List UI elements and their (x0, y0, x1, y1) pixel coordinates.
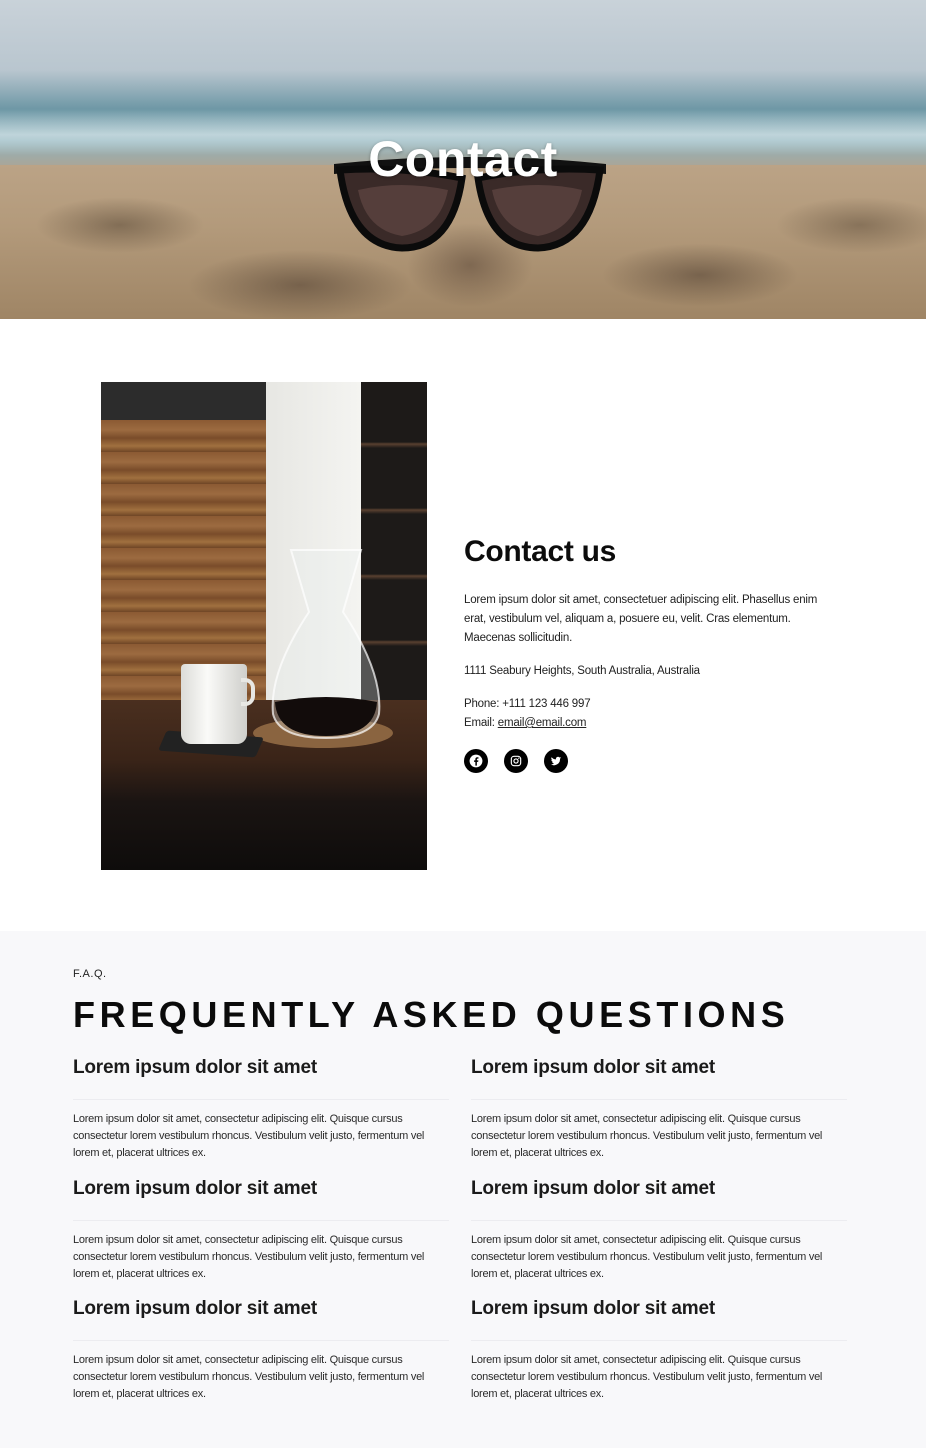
twitter-link[interactable] (544, 749, 568, 773)
faq-answer: Lorem ipsum dolor sit amet, consectetur … (471, 1113, 823, 1159)
faq-question: Lorem ipsum dolor sit amet (471, 1178, 847, 1221)
faq-item: Lorem ipsum dolor sit amet Lorem ipsum d… (471, 1298, 847, 1414)
instagram-icon (510, 755, 522, 767)
faq-answer: Lorem ipsum dolor sit amet, consectetur … (471, 1354, 823, 1400)
page-title: Contact (368, 131, 558, 187)
carafe-image (271, 549, 381, 740)
faq-question: Lorem ipsum dolor sit amet (73, 1298, 449, 1341)
contact-section: Contact us Lorem ipsum dolor sit amet, c… (0, 319, 926, 931)
twitter-icon (550, 756, 562, 766)
faq-item: Lorem ipsum dolor sit amet Lorem ipsum d… (471, 1178, 847, 1294)
social-links (464, 749, 824, 773)
cup-image (181, 664, 247, 744)
faq-question: Lorem ipsum dolor sit amet (471, 1298, 847, 1341)
faq-section: F.A.Q. FREQUENTLY ASKED QUESTIONS Lorem … (0, 931, 926, 1448)
faq-title: FREQUENTLY ASKED QUESTIONS (73, 994, 790, 1035)
faq-eyebrow: F.A.Q. (73, 968, 107, 980)
contact-email: Email: email@email.com (464, 717, 587, 729)
faq-answer: Lorem ipsum dolor sit amet, consectetur … (73, 1354, 425, 1400)
phone-number: +111 123 446 997 (502, 698, 591, 710)
contact-title: Contact us (464, 535, 617, 568)
contact-details: Contact us Lorem ipsum dolor sit amet, c… (464, 535, 824, 773)
instagram-link[interactable] (504, 749, 528, 773)
faq-item: Lorem ipsum dolor sit amet Lorem ipsum d… (471, 1057, 847, 1173)
cafe-photo (101, 382, 427, 870)
faq-question: Lorem ipsum dolor sit amet (73, 1178, 449, 1221)
facebook-icon (469, 754, 483, 768)
faq-question: Lorem ipsum dolor sit amet (73, 1057, 449, 1100)
faq-item: Lorem ipsum dolor sit amet Lorem ipsum d… (73, 1298, 449, 1414)
contact-description: Lorem ipsum dolor sit amet, consectetuer… (464, 594, 818, 644)
faq-question: Lorem ipsum dolor sit amet (471, 1057, 847, 1100)
faq-answer: Lorem ipsum dolor sit amet, consectetur … (471, 1234, 823, 1280)
faq-item: Lorem ipsum dolor sit amet Lorem ipsum d… (73, 1178, 449, 1294)
contact-address: 1111 Seabury Heights, South Australia, A… (464, 665, 700, 677)
contact-phone: Phone: +111 123 446 997 (464, 698, 591, 710)
email-link[interactable]: email@email.com (498, 717, 587, 729)
faq-item: Lorem ipsum dolor sit amet Lorem ipsum d… (73, 1057, 449, 1173)
faq-answer: Lorem ipsum dolor sit amet, consectetur … (73, 1234, 425, 1280)
faq-answer: Lorem ipsum dolor sit amet, consectetur … (73, 1113, 425, 1159)
hero-banner: Contact (0, 0, 926, 319)
facebook-link[interactable] (464, 749, 488, 773)
